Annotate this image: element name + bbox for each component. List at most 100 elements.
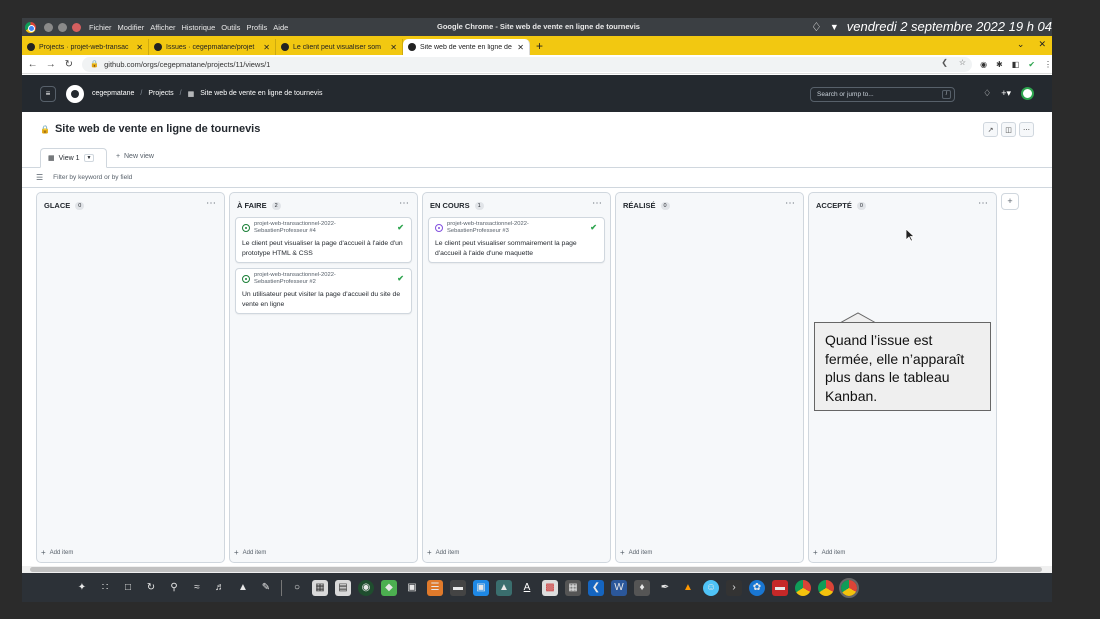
issue-card[interactable]: projet-web-transactionnel-2022-Sebastien… [235,268,412,314]
lock-icon[interactable]: 🔒 [90,60,99,68]
filter-bar[interactable]: ☰ Filter by keyword or by field [22,168,1052,188]
breadcrumb-org[interactable]: cegepmatane [92,90,134,97]
chrome-taskbar-icon[interactable] [818,579,834,596]
card-title[interactable]: Le client peut visualiser la page d'accu… [242,239,407,258]
location-icon[interactable]: ⚲ [166,580,182,596]
terminal-icon[interactable]: ▬ [450,579,466,596]
create-new-plus-icon[interactable]: +▾ [1001,88,1011,99]
kebab-menu-icon[interactable]: ⋮ [1044,60,1052,69]
menu-item-fichier[interactable]: Fichier [89,23,112,32]
browser-tab-projects[interactable]: Projects · projet-web-transac ✕ [22,39,149,55]
tab-view-1[interactable]: ▦ View 1 ▼ [40,148,107,168]
menu-item-profils[interactable]: Profils [246,23,267,32]
menu-item-modifier[interactable]: Modifier [118,23,145,32]
card-title[interactable]: Un utilisateur peut visiter la page d'ac… [242,290,407,309]
reload-icon[interactable]: ↻ [61,59,76,70]
game-controller-icon[interactable]: ♦ [634,579,650,596]
checkmark-extension-icon[interactable]: ✔ [1028,60,1035,69]
chrome-taskbar-icon[interactable] [795,579,811,596]
insights-chart-icon[interactable]: ↗ [983,122,998,137]
browser-tab-issue-detail[interactable]: Le client peut visualiser som ✕ [276,39,403,55]
github-logo-icon[interactable] [66,84,84,103]
column-more-options-icon[interactable]: ⋯ [399,198,409,209]
window-minimize-dot[interactable] [58,22,67,32]
volume-icon[interactable]: ♬ [212,580,228,596]
notes-icon[interactable]: ▤ [335,579,351,596]
issue-card[interactable]: projet-web-transactionnel-2022-Sebastien… [428,217,605,263]
add-column-button[interactable]: + [1001,193,1019,210]
app-grid-icon[interactable]: ∷ [97,580,113,596]
side-panel-icon[interactable]: ◧ [1012,60,1020,69]
red-app-icon[interactable]: ▬ [772,579,788,596]
scrollbar-thumb[interactable] [30,567,1042,572]
browser-tab-issues[interactable]: Issues · cegepmatane/projet ✕ [149,39,276,55]
search-input[interactable]: Search or jump to... / [810,87,955,102]
share-icon[interactable]: ❮ [941,58,948,67]
green-app-icon[interactable]: ◆ [381,579,397,596]
hamburger-menu-button[interactable]: ≡ [40,85,56,102]
word-icon[interactable]: W [611,579,627,596]
dropdown-caret-icon[interactable]: ▼ [830,22,839,32]
bookmark-star-icon[interactable]: ☆ [959,58,966,67]
brush-icon[interactable]: ✒ [657,580,673,596]
avatar[interactable] [1021,87,1034,100]
chat-app-icon[interactable]: ☺ [703,579,719,596]
extensions-puzzle-icon[interactable]: ✱ [996,60,1003,69]
layers-app-icon[interactable]: ☰ [427,579,443,596]
tab-close-icon[interactable]: ✕ [136,43,143,52]
tab-close-icon[interactable]: ✕ [517,43,524,52]
add-item-button[interactable]: + Add item [234,548,266,557]
view-options-caret-icon[interactable]: ▼ [83,154,95,162]
clock[interactable]: vendredi 2 septembre 2022 19 h 04 [847,19,1052,34]
menu-item-historique[interactable]: Historique [182,23,216,32]
card-title[interactable]: Le client peut visualiser sommairement l… [435,239,600,258]
project-title-text[interactable]: Site web de vente en ligne de tournevis [55,123,260,135]
font-app-icon[interactable]: A [519,580,535,596]
new-view-button[interactable]: + New view [116,153,154,160]
breadcrumb-projects[interactable]: Projects [148,90,173,97]
window-close-dot[interactable] [44,22,53,32]
forward-arrow-icon[interactable]: → [43,59,58,70]
menu-item-afficher[interactable]: Afficher [150,23,175,32]
column-more-options-icon[interactable]: ⋯ [206,198,216,209]
back-arrow-icon[interactable]: ← [25,59,40,70]
show-desktop-icon[interactable]: □ [120,580,136,596]
tab-search-icon[interactable]: ⌄ [1017,39,1025,50]
menu-item-aide[interactable]: Aide [273,23,288,32]
chrome-icon[interactable] [25,21,36,33]
vlc-icon[interactable]: ▲ [680,580,696,596]
tray-up-arrow-icon[interactable]: ▲ [235,580,251,596]
tab-close-icon[interactable]: ✕ [263,43,270,52]
column-more-options-icon[interactable]: ⋯ [785,198,795,209]
image-viewer-icon[interactable]: ▲ [496,579,512,596]
circle-app-icon[interactable]: ○ [289,580,305,596]
camera-icon[interactable]: ◉ [980,60,987,69]
files-icon[interactable]: ▦ [312,579,328,596]
add-item-button[interactable]: + Add item [813,548,845,557]
horizontal-scrollbar[interactable] [22,566,1052,573]
wifi-icon[interactable]: ≈ [189,580,205,596]
breadcrumb-project[interactable]: Site web de vente en ligne de tournevis [200,90,322,97]
notification-bell-icon[interactable]: ♢ [983,88,991,99]
vscode-icon[interactable]: ❮ [588,579,604,596]
add-item-button[interactable]: + Add item [41,548,73,557]
issue-card[interactable]: projet-web-transactionnel-2022-Sebastien… [235,217,412,263]
tab-close-icon[interactable]: ✕ [390,43,397,52]
3d-box-icon[interactable]: ▣ [404,580,420,596]
terminal-prompt-icon[interactable]: › [726,579,742,596]
refresh-icon[interactable]: ↻ [143,580,159,596]
app-launcher-icon[interactable]: ✦ [74,580,90,596]
bird-app-icon[interactable]: ✿ [749,579,765,596]
pen-icon[interactable]: ✎ [258,580,274,596]
notification-bell-icon[interactable]: ♢ [811,20,822,34]
window-maximize-dot[interactable] [72,22,81,32]
add-item-button[interactable]: + Add item [427,548,459,557]
side-panel-icon[interactable]: ◫ [1001,122,1016,137]
more-options-icon[interactable]: ⋯ [1019,122,1034,137]
globe-app-icon[interactable]: ◉ [358,579,374,596]
menu-item-outils[interactable]: Outils [221,23,240,32]
screenshot-app-icon[interactable]: ▩ [542,579,558,596]
close-window-icon[interactable]: ✕ [1038,39,1046,50]
calculator-icon[interactable]: ▦ [565,579,581,596]
new-tab-button[interactable]: + [536,39,543,53]
